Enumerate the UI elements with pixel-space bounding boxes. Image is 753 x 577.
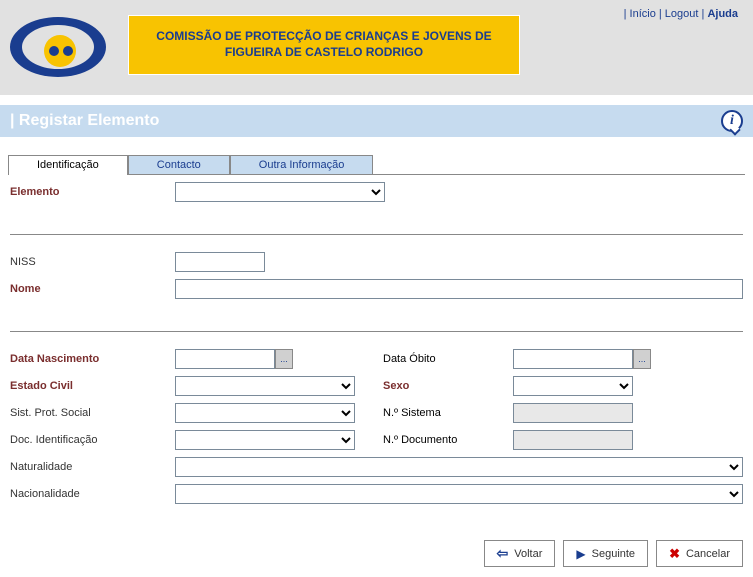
datepicker-nascimento-icon[interactable]: ...	[275, 349, 293, 369]
input-nome[interactable]	[175, 279, 743, 299]
select-sist-prot-social[interactable]	[175, 403, 355, 423]
cancelar-button[interactable]: ✖ Cancelar	[656, 540, 743, 567]
input-n-documento	[513, 430, 633, 450]
banner-line-1: COMISSÃO DE PROTECÇÃO DE CRIANÇAS E JOVE…	[156, 29, 491, 43]
link-ajuda[interactable]: Ajuda	[707, 8, 738, 20]
label-naturalidade: Naturalidade	[10, 461, 175, 473]
header: COMISSÃO DE PROTECÇÃO DE CRIANÇAS E JOVE…	[0, 0, 753, 95]
input-niss[interactable]	[175, 252, 265, 272]
select-elemento[interactable]	[175, 182, 385, 202]
datepicker-obito-icon[interactable]: ...	[633, 349, 651, 369]
cancelar-label: Cancelar	[686, 548, 730, 560]
label-nome: Nome	[10, 283, 175, 295]
tabs: Identificação Contacto Outra Informação	[8, 155, 745, 175]
form-niss-nome: NISS Nome	[0, 245, 753, 321]
title-bar: | Registar Elemento i	[0, 105, 753, 137]
link-logout[interactable]: Logout	[665, 8, 699, 20]
info-icon[interactable]: i	[721, 110, 743, 132]
label-sist-prot-social: Sist. Prot. Social	[10, 407, 175, 419]
top-links: | Início | Logout | Ajuda	[624, 8, 738, 20]
button-row: ⇦ Voltar ▶ Seguinte ✖ Cancelar	[0, 526, 753, 577]
banner: COMISSÃO DE PROTECÇÃO DE CRIANÇAS E JOVE…	[128, 15, 520, 75]
voltar-label: Voltar	[514, 548, 542, 560]
label-doc-identificacao: Doc. Identificação	[10, 434, 175, 446]
voltar-button[interactable]: ⇦ Voltar	[484, 540, 556, 567]
label-sexo: Sexo	[373, 380, 513, 392]
divider-2	[10, 331, 743, 332]
input-n-sistema	[513, 403, 633, 423]
label-nacionalidade: Nacionalidade	[10, 488, 175, 500]
banner-line-2: FIGUEIRA DE CASTELO RODRIGO	[225, 45, 423, 59]
arrow-left-icon: ⇦	[497, 545, 509, 562]
input-data-obito[interactable]	[513, 349, 633, 369]
seguinte-button[interactable]: ▶ Seguinte	[563, 540, 648, 567]
tab-contacto[interactable]: Contacto	[128, 155, 230, 174]
seguinte-label: Seguinte	[592, 548, 635, 560]
label-data-nascimento: Data Nascimento	[10, 353, 175, 365]
close-icon: ✖	[669, 546, 680, 562]
label-estado-civil: Estado Civil	[10, 380, 175, 392]
form-identificacao: Elemento	[0, 175, 753, 224]
select-doc-identificacao[interactable]	[175, 430, 355, 450]
label-elemento: Elemento	[10, 186, 175, 198]
app-logo	[8, 15, 108, 80]
label-data-obito: Data Óbito	[373, 353, 513, 365]
link-inicio[interactable]: Início	[630, 8, 656, 20]
tab-outra-informacao[interactable]: Outra Informação	[230, 155, 374, 174]
select-sexo[interactable]	[513, 376, 633, 396]
form-details: Data Nascimento ... Data Óbito ... Estad…	[0, 342, 753, 526]
label-n-documento: N.º Documento	[373, 434, 513, 446]
select-naturalidade[interactable]	[175, 457, 743, 477]
tab-identificacao[interactable]: Identificação	[8, 155, 128, 174]
play-icon: ▶	[576, 547, 585, 561]
label-niss: NISS	[10, 256, 175, 268]
select-nacionalidade[interactable]	[175, 484, 743, 504]
label-n-sistema: N.º Sistema	[373, 407, 513, 419]
page-title: | Registar Elemento	[10, 112, 159, 130]
divider-1	[10, 234, 743, 235]
select-estado-civil[interactable]	[175, 376, 355, 396]
input-data-nascimento[interactable]	[175, 349, 275, 369]
